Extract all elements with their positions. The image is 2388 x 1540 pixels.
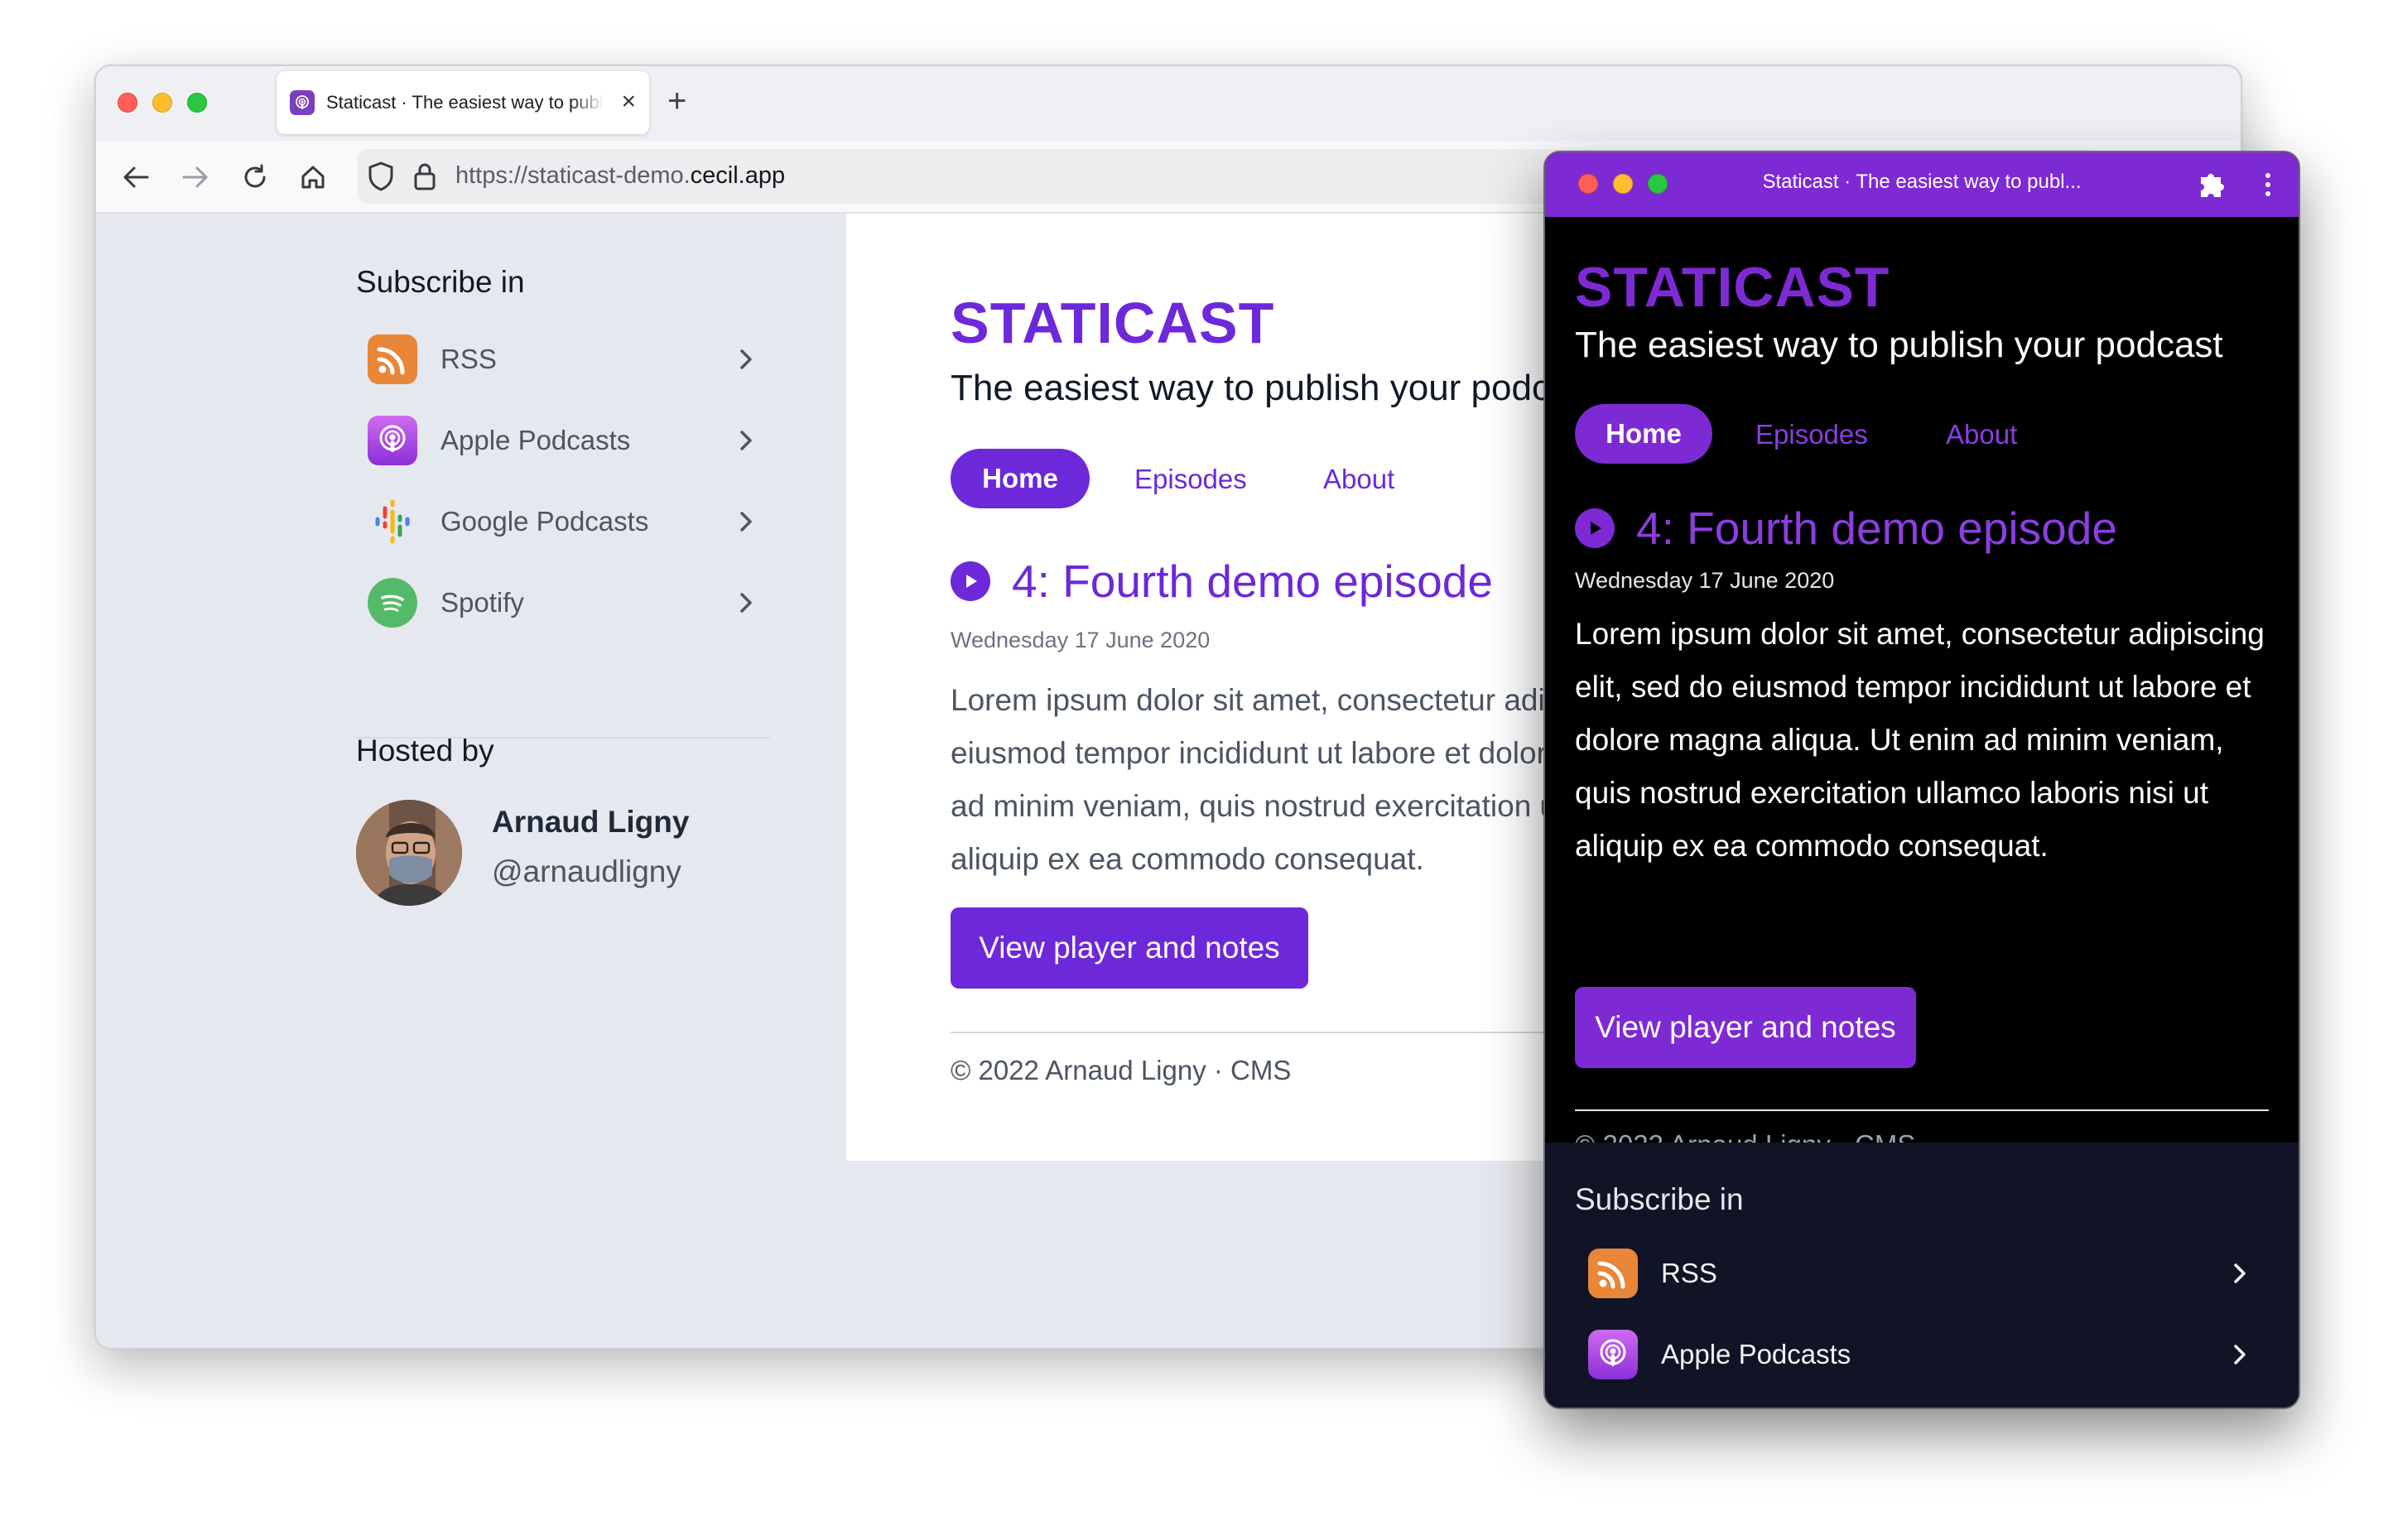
popup-window-title: Staticast · The easiest way to publ... (1762, 171, 2082, 193)
footer-text: © 2022 Arnaud Ligny · CMS (951, 1055, 1292, 1085)
play-icon[interactable] (951, 561, 990, 601)
site-tagline: The easiest way to publish your podcast (951, 368, 1599, 408)
chevron-right-icon (2234, 1263, 2246, 1283)
dark-popup-window: Staticast · The easiest way to publ... S… (1543, 151, 2300, 1409)
popup-titlebar: Staticast · The easiest way to publ... (1545, 152, 2299, 217)
google-podcasts-label: Google Podcasts (441, 506, 649, 537)
subscribe-heading: Subscribe in (356, 265, 525, 299)
home-icon[interactable] (295, 159, 331, 195)
subscribe-spotify[interactable]: Spotify (368, 576, 765, 629)
site-tagline: The easiest way to publish your podcast (1575, 325, 2223, 365)
episode-excerpt: Lorem ipsum dolor sit amet, consectetur … (1575, 617, 2265, 863)
rss-icon (1588, 1249, 1638, 1298)
episode-date: Wednesday 17 June 2020 (1575, 568, 1835, 593)
tab-bar: Staticast · The easiest way to publish y… (96, 66, 2241, 141)
shield-icon[interactable] (366, 161, 396, 196)
rss-icon (368, 334, 417, 384)
puzzle-extension-icon[interactable] (2194, 167, 2227, 205)
apple-podcasts-icon (368, 416, 417, 465)
apple-podcasts-icon (1588, 1330, 1638, 1379)
browser-tab[interactable]: Staticast · The easiest way to publish y… (277, 71, 649, 134)
host-avatar (356, 800, 462, 906)
episode-title[interactable]: 4: Fourth demo episode (1012, 555, 1493, 608)
host-name[interactable]: Arnaud Ligny (492, 805, 689, 840)
episode-date: Wednesday 17 June 2020 (951, 628, 1211, 652)
apple-podcasts-label: Apple Podcasts (441, 425, 631, 455)
site-title[interactable]: STATICAST (951, 290, 1274, 356)
rss-label: RSS (1661, 1258, 1717, 1288)
nav-home[interactable]: Home (1575, 404, 1712, 464)
episode-title[interactable]: 4: Fourth demo episode (1636, 502, 2117, 555)
nav-about[interactable]: About (1946, 419, 2017, 450)
url-domain: cecil.app (690, 162, 786, 189)
tab-title: Staticast · The easiest way to publish y… (326, 92, 604, 113)
spotify-icon (368, 578, 417, 628)
hosted-by-label: Hosted by (356, 734, 494, 768)
back-icon[interactable] (118, 159, 154, 195)
url-text[interactable]: https://staticast-demo.cecil.app (455, 162, 785, 190)
view-player-button[interactable]: View player and notes (951, 907, 1308, 989)
more-menu-icon[interactable] (2262, 171, 2274, 203)
subscribe-apple-podcasts[interactable]: Apple Podcasts (1588, 1328, 2259, 1381)
chevron-right-icon (740, 512, 752, 532)
chevron-right-icon (740, 593, 752, 613)
chevron-right-icon (740, 349, 752, 369)
window-controls (118, 93, 207, 113)
view-player-button[interactable]: View player and notes (1575, 987, 1916, 1068)
zoom-window-button[interactable] (187, 93, 207, 113)
minimize-window-button[interactable] (152, 93, 172, 113)
chevron-right-icon (2234, 1345, 2246, 1364)
rss-label: RSS (441, 344, 497, 374)
forward-icon[interactable] (177, 159, 214, 195)
dark-page: STATICAST The easiest way to publish you… (1545, 217, 2299, 1293)
url-prefix: https://staticast-demo. (455, 162, 691, 189)
chevron-right-icon (740, 431, 752, 450)
play-icon[interactable] (1575, 508, 1615, 548)
subscribe-apple-podcasts[interactable]: Apple Podcasts (368, 414, 765, 467)
subscribe-rss[interactable]: RSS (368, 333, 765, 386)
spotify-label: Spotify (441, 587, 524, 618)
apple-podcasts-label: Apple Podcasts (1661, 1339, 1851, 1369)
host-handle[interactable]: @arnaudligny (492, 854, 681, 889)
nav-episodes[interactable]: Episodes (1755, 419, 1868, 450)
site-title[interactable]: STATICAST (1575, 255, 1890, 320)
close-window-button[interactable] (118, 93, 137, 113)
nav-episodes[interactable]: Episodes (1134, 464, 1247, 495)
footer-divider (1575, 1109, 2269, 1111)
lock-icon[interactable] (412, 161, 437, 196)
close-tab-icon[interactable]: × (621, 89, 636, 114)
subscribe-heading: Subscribe in (1575, 1182, 1744, 1216)
reload-icon[interactable] (237, 159, 273, 195)
new-tab-icon[interactable]: + (667, 84, 686, 118)
podcast-favicon-icon (290, 90, 315, 115)
nav-about[interactable]: About (1323, 464, 1394, 495)
subscribe-google-podcasts[interactable]: Google Podcasts (368, 495, 765, 548)
google-podcasts-icon (368, 497, 417, 546)
dark-subscribe-section: Subscribe in RSS Apple Podcasts (1545, 1143, 2299, 1408)
subscribe-rss[interactable]: RSS (1588, 1247, 2259, 1300)
nav-home[interactable]: Home (951, 449, 1090, 508)
